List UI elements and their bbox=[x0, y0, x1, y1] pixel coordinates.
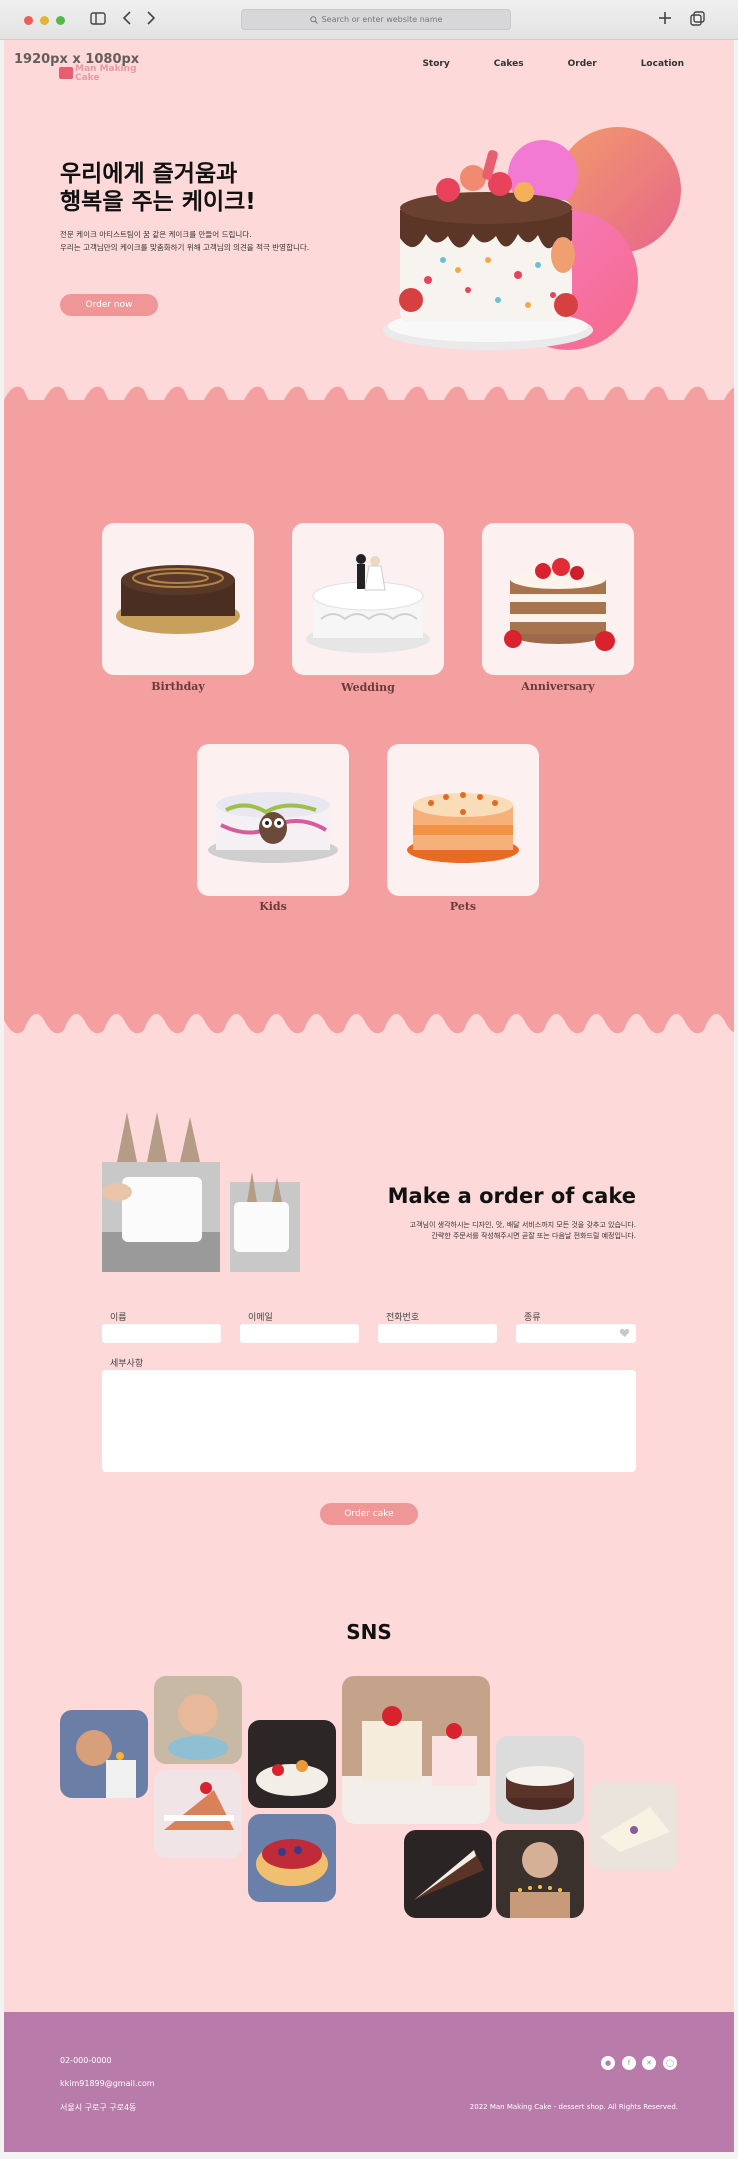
footer-copyright: 2022 Man Making Cake - dessert shop. All… bbox=[469, 2103, 678, 2111]
facebook-icon[interactable]: f bbox=[622, 2056, 636, 2070]
order-now-button[interactable]: Order now bbox=[60, 294, 158, 316]
type-label: 종류 bbox=[524, 1313, 541, 1323]
hero-description: 전문 케이크 아티스트팀이 꿈 같은 케이크를 만들어 드립니다. 우리는 고객… bbox=[60, 228, 309, 254]
cake-category-section bbox=[4, 400, 734, 1010]
footer: 02-000-0000 kkim91899@gmail.com 서울시 구로구 … bbox=[4, 2012, 734, 2152]
forward-icon[interactable] bbox=[146, 11, 156, 29]
order-title: Make a order of cake bbox=[387, 1184, 636, 1208]
category-card-birthday[interactable] bbox=[102, 523, 254, 675]
nav-location[interactable]: Location bbox=[641, 59, 684, 69]
minimize-window-button[interactable] bbox=[40, 16, 49, 25]
phone-label: 전화번호 bbox=[386, 1313, 420, 1323]
category-label-pets: Pets bbox=[449, 900, 477, 913]
sns-photo-10[interactable] bbox=[590, 1782, 678, 1870]
hero-desc-line1: 전문 케이크 아티스트팀이 꿈 같은 케이크를 만들어 드립니다. bbox=[60, 230, 252, 239]
sns-photo-9[interactable] bbox=[496, 1830, 584, 1918]
wedding-cake-icon bbox=[306, 554, 430, 653]
strawberry-layer-cake-icon bbox=[504, 558, 615, 651]
hero-cake-image bbox=[383, 127, 681, 350]
hero-desc-line2: 우리는 고객님만의 케이크를 맞춤화하기 위해 고객님의 의견을 적극 반영합니… bbox=[60, 243, 310, 252]
instagram-icon[interactable]: ◯ bbox=[663, 2056, 677, 2070]
close-window-button[interactable] bbox=[24, 16, 33, 25]
back-icon[interactable] bbox=[122, 11, 132, 29]
sns-photo-3[interactable] bbox=[154, 1770, 242, 1858]
address-placeholder: Search or enter website name bbox=[321, 15, 443, 24]
orange-cake-icon bbox=[407, 792, 519, 863]
chocolate-cake-icon bbox=[116, 565, 240, 634]
category-card-kids[interactable] bbox=[197, 744, 349, 896]
logo-icon bbox=[59, 67, 73, 79]
category-label-kids: Kids bbox=[259, 900, 287, 913]
footer-address: 서울시 구로구 구로4동 bbox=[60, 2103, 137, 2112]
name-label: 이름 bbox=[110, 1313, 127, 1323]
category-card-pets[interactable] bbox=[387, 744, 539, 896]
maximize-window-button[interactable] bbox=[56, 16, 65, 25]
heart-icon bbox=[619, 1328, 630, 1337]
wavy-top-border bbox=[4, 386, 734, 430]
sns-photo-4[interactable] bbox=[248, 1720, 336, 1808]
phone-input[interactable] bbox=[378, 1324, 497, 1343]
wavy-bottom-border bbox=[4, 990, 734, 1034]
sns-photo-8[interactable] bbox=[496, 1736, 584, 1824]
detail-textarea[interactable] bbox=[102, 1370, 636, 1472]
hero-title: 우리에게 즐거움과 행복을 주는 케이크! bbox=[60, 160, 256, 216]
new-tab-icon[interactable] bbox=[658, 11, 672, 29]
sns-photo-6[interactable] bbox=[342, 1676, 490, 1824]
footer-email: kkim91899@gmail.com bbox=[60, 2079, 155, 2088]
order-desc-line1: 고객님이 생각하시는 디자인, 맛, 배달 서비스까지 모든 것을 갖추고 있습… bbox=[409, 1221, 636, 1229]
browser-toolbar: Search or enter website name bbox=[0, 0, 738, 40]
nav-cakes[interactable]: Cakes bbox=[494, 59, 524, 69]
order-description: 고객님이 생각하시는 디자인, 맛, 배달 서비스까지 모든 것을 갖추고 있습… bbox=[410, 1220, 636, 1242]
category-card-wedding[interactable] bbox=[292, 523, 444, 675]
owl-cake-icon bbox=[208, 792, 338, 863]
sidebar-toggle-icon[interactable] bbox=[90, 11, 106, 29]
order-cake-image bbox=[102, 1112, 300, 1272]
sns-photo-2[interactable] bbox=[154, 1676, 242, 1764]
sns-photo-5[interactable] bbox=[248, 1814, 336, 1902]
category-card-anniversary[interactable] bbox=[482, 523, 634, 675]
nav-order[interactable]: Order bbox=[568, 59, 597, 69]
hero-title-line2: 행복을 주는 케이크! bbox=[60, 189, 256, 215]
address-bar[interactable]: Search or enter website name bbox=[241, 9, 511, 30]
twitter-icon[interactable]: ✕ bbox=[642, 2056, 656, 2070]
sns-photo-7[interactable] bbox=[404, 1830, 492, 1918]
detail-label: 세부사항 bbox=[110, 1359, 144, 1369]
email-input[interactable] bbox=[240, 1324, 359, 1343]
main-nav: Story Cakes Order Location bbox=[422, 59, 684, 69]
category-label-birthday: Birthday bbox=[151, 680, 205, 693]
resolution-label: 1920px x 1080px bbox=[14, 52, 140, 67]
category-label-anniversary: Anniversary bbox=[521, 680, 595, 693]
hero-title-line1: 우리에게 즐거움과 bbox=[60, 161, 238, 187]
sns-title: SNS bbox=[346, 1620, 392, 1644]
logo-text: Man Making Cake bbox=[75, 64, 137, 83]
search-icon bbox=[309, 15, 318, 24]
name-input[interactable] bbox=[102, 1324, 221, 1343]
order-desc-line2: 간략한 주문서를 작성해주시면 곧잘 또는 다음날 전화드릴 예정입니다. bbox=[431, 1232, 636, 1240]
web-page: 1920px x 1080px Man Making Cake Story Ca… bbox=[4, 40, 734, 2152]
sns-photo-1[interactable] bbox=[60, 1710, 148, 1798]
order-cake-button[interactable]: Order cake bbox=[320, 1503, 418, 1525]
email-label: 이메일 bbox=[248, 1313, 273, 1323]
footer-phone: 02-000-0000 bbox=[60, 2056, 112, 2065]
type-select[interactable] bbox=[516, 1324, 636, 1343]
tab-overview-icon[interactable] bbox=[690, 11, 705, 30]
category-label-wedding: Wedding bbox=[341, 681, 395, 694]
browser-window: Search or enter website name 1920px x 10… bbox=[0, 0, 738, 2159]
nav-story[interactable]: Story bbox=[422, 59, 449, 69]
kakao-icon[interactable]: ● bbox=[601, 2056, 615, 2070]
